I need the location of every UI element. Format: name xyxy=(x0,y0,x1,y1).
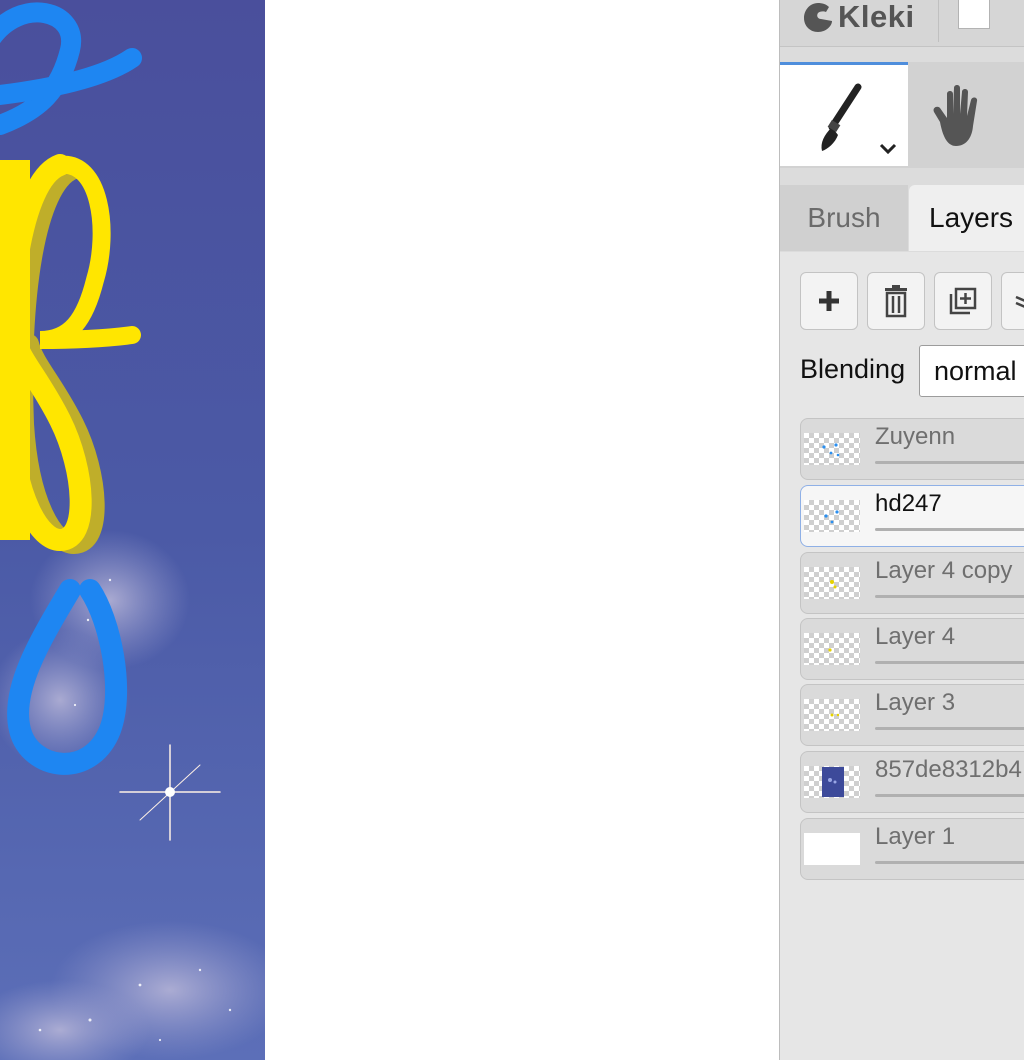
layer-opacity-slider[interactable] xyxy=(875,595,1024,598)
layer-name: Zuyenn xyxy=(875,423,956,450)
layer-item[interactable]: Layer 4 xyxy=(800,618,1024,680)
layer-thumbnail xyxy=(804,500,860,532)
layer-name: 857de8312b4 xyxy=(875,756,1022,783)
layer-thumbnail xyxy=(804,433,860,465)
layer-opacity-slider[interactable] xyxy=(875,794,1024,797)
canvas-artwork xyxy=(0,0,265,1060)
top-bar: Kleki xyxy=(780,0,1024,47)
layers-panel: Blending normal Zuyenn hd247 Layer 4 cop… xyxy=(780,252,1024,1060)
layer-thumbnail xyxy=(804,567,860,599)
layer-item[interactable]: Layer 1 xyxy=(800,818,1024,880)
app-logo[interactable]: Kleki xyxy=(802,0,915,34)
layer-opacity-slider[interactable] xyxy=(875,727,1024,730)
app-name: Kleki xyxy=(838,0,915,34)
layer-item[interactable]: Zuyenn xyxy=(800,418,1024,480)
hand-tool-button[interactable] xyxy=(920,78,1000,158)
merge-layer-button[interactable] xyxy=(1001,272,1024,330)
layer-thumbnail xyxy=(804,699,860,731)
delete-layer-icon xyxy=(885,285,907,318)
divider xyxy=(938,0,939,42)
hand-icon xyxy=(933,85,978,146)
primary-color-swatch[interactable] xyxy=(958,0,990,29)
workspace-background xyxy=(265,0,779,1060)
layer-name: hd247 xyxy=(875,490,942,517)
add-layer-button[interactable] xyxy=(800,272,858,330)
kleki-logo-icon xyxy=(804,3,832,32)
layer-thumbnail xyxy=(804,633,860,665)
duplicate-layer-button[interactable] xyxy=(934,272,992,330)
layer-item[interactable]: 857de8312b4 xyxy=(800,751,1024,813)
layer-thumbnail xyxy=(804,833,860,865)
layer-name: Layer 4 xyxy=(875,623,956,650)
delete-layer-button[interactable] xyxy=(867,272,925,330)
layer-opacity-slider[interactable] xyxy=(875,528,1024,531)
layer-name: Layer 4 copy xyxy=(875,557,1013,584)
drawing-canvas[interactable] xyxy=(0,0,265,1060)
tab-brush[interactable]: Brush xyxy=(780,185,908,251)
layer-opacity-slider[interactable] xyxy=(875,861,1024,864)
blending-mode-select[interactable]: normal xyxy=(919,345,1024,397)
layer-name: Layer 3 xyxy=(875,689,956,716)
blending-label: Blending xyxy=(800,354,906,384)
brush-tool-button[interactable] xyxy=(780,62,908,166)
layer-item[interactable]: Layer 4 copy xyxy=(800,552,1024,614)
layer-name: Layer 1 xyxy=(875,823,956,850)
layer-item[interactable]: Layer 3 xyxy=(800,684,1024,746)
duplicate-layer-icon xyxy=(949,287,977,315)
layer-opacity-slider[interactable] xyxy=(875,461,1024,464)
layer-item-selected[interactable]: hd247 xyxy=(800,485,1024,547)
add-layer-icon xyxy=(819,291,839,311)
layer-thumbnail xyxy=(804,766,860,798)
tab-layers[interactable]: Layers xyxy=(909,185,1024,251)
merge-layer-icon xyxy=(1015,295,1024,308)
side-panel: Kleki Brush Layers Blending normal Zuyen… xyxy=(779,0,1024,1060)
chevron-down-icon[interactable] xyxy=(878,141,898,157)
layer-opacity-slider[interactable] xyxy=(875,661,1024,664)
panel-tabs: Brush Layers xyxy=(780,185,1024,253)
tool-row xyxy=(780,62,1024,168)
